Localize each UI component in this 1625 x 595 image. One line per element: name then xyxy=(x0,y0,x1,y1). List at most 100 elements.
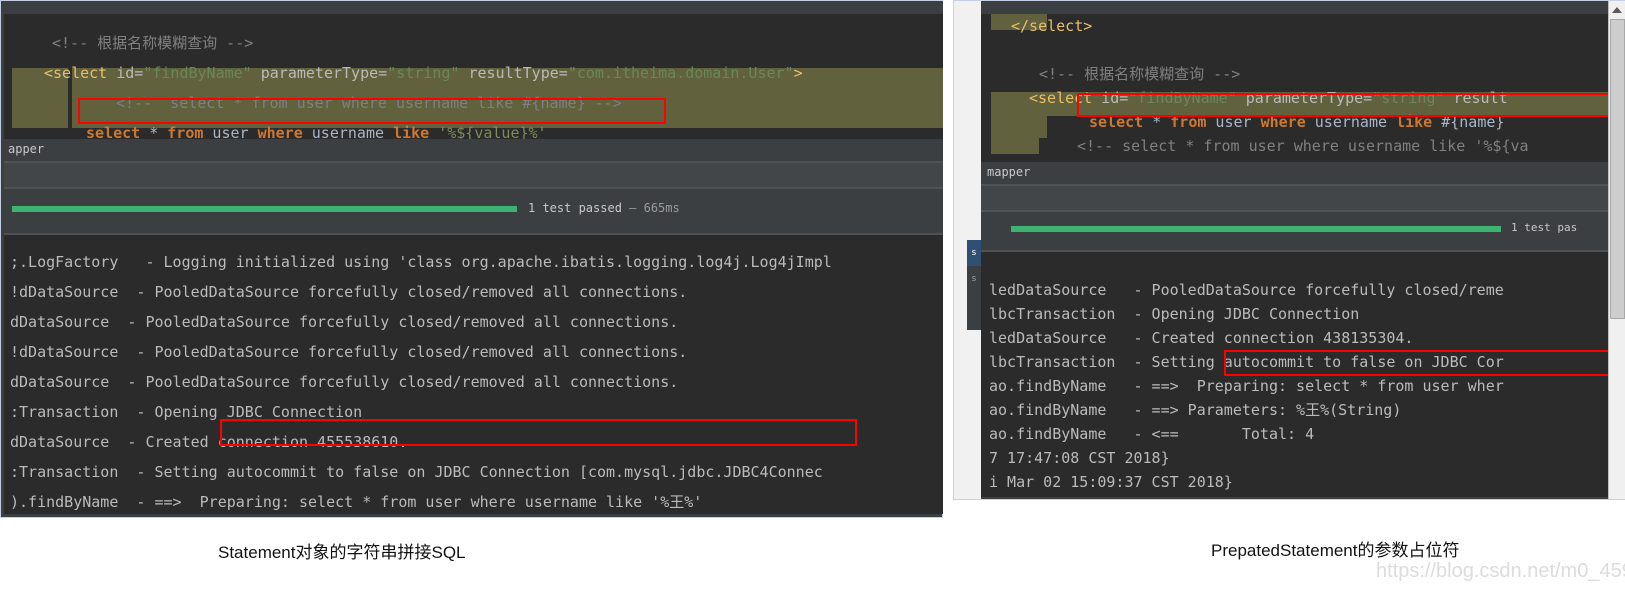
console-line: ledDataSource - Created connection 43813… xyxy=(989,329,1414,347)
left-breadcrumb-text: apper xyxy=(8,142,45,156)
right-vertical-tab-bar[interactable]: s s xyxy=(967,240,981,330)
console-line: 7 17:47:08 CST 2018} xyxy=(989,449,1170,467)
code-token: <!-- 根据名称模糊查询 --> xyxy=(52,34,254,52)
scroll-up-arrow-button[interactable] xyxy=(1609,1,1625,18)
console-line: dDataSource - PooledDataSource forcefull… xyxy=(10,313,679,331)
code-line: </select> xyxy=(1011,14,1092,38)
watermark-url: https://blog.csdn.net/m0_45960837 xyxy=(1376,560,1625,582)
left-console[interactable]: ;.LogFactory - Logging initialized using… xyxy=(4,235,943,514)
code-token: from xyxy=(167,124,204,139)
code-token: > xyxy=(793,64,803,82)
code-token: like xyxy=(1396,113,1433,131)
console-line: i Mar 02 15:09:37 CST 2018} xyxy=(989,473,1233,491)
console-line: :Transaction - Setting autocommit to fal… xyxy=(10,463,823,481)
console-line: lbcTransaction - Opening JDBC Connection xyxy=(989,305,1360,323)
right-side-tab-1-label: s xyxy=(971,248,977,258)
right-test-status-label: 1 test pas xyxy=(1511,221,1577,234)
code-token: id= xyxy=(116,64,144,82)
code-token: where xyxy=(1260,113,1306,131)
left-code-editor[interactable]: <!-- 根据名称模糊查询 --> <select id="findByName"… xyxy=(4,14,943,139)
code-token: * xyxy=(1143,113,1171,131)
code-line: <select id="findByName" parameterType="s… xyxy=(44,58,803,88)
right-console[interactable]: ledDataSource - PooledDataSource forcefu… xyxy=(981,252,1608,497)
right-side-tab-1[interactable]: s xyxy=(967,240,981,266)
code-token: '%${value}%' xyxy=(438,124,547,139)
code-token: user xyxy=(203,124,258,139)
console-line: ;.LogFactory - Logging initialized using… xyxy=(10,253,832,271)
right-breadcrumb-text: mapper xyxy=(987,165,1031,179)
console-line: !dDataSource - PooledDataSource forceful… xyxy=(10,343,688,361)
console-line: n Mar 04 11:34:34 CST 2018} xyxy=(989,494,1233,497)
console-line: dDataSource - Created connection 4555386… xyxy=(10,433,408,451)
console-line: ).findByName - ==> Preparing: select * f… xyxy=(10,493,703,511)
triangle-up-icon xyxy=(1612,6,1622,13)
code-token: resultType= xyxy=(459,64,568,82)
left-ide-panel: <!-- 根据名称模糊查询 --> <select id="findByName"… xyxy=(0,0,943,518)
right-fold-highlight-block-4 xyxy=(991,138,1039,154)
code-line: <!-- 根据名称模糊查询 --> xyxy=(52,28,253,58)
code-line: <!-- 根据名称模糊查询 --> xyxy=(1039,62,1240,86)
console-line: ao.findByName - ==> Parameters: %王%(Stri… xyxy=(989,401,1402,419)
code-token: "com.itheima.domain.User" xyxy=(567,64,794,82)
right-scrollbar[interactable] xyxy=(1608,1,1625,499)
right-side-tab-2[interactable]: s xyxy=(967,266,981,292)
code-token: <select xyxy=(44,64,117,82)
console-line: ao.findByName - <== Total: 4 xyxy=(989,425,1315,443)
code-token: username xyxy=(302,124,394,139)
console-line: :Transaction - Opening JDBC Connection xyxy=(10,403,363,421)
code-token: select xyxy=(86,124,141,139)
code-token: <!-- select * from user where username l… xyxy=(116,94,622,112)
code-token: result xyxy=(1444,89,1508,107)
code-token: </select> xyxy=(1011,17,1093,35)
left-test-status-text: 1 test passed xyxy=(528,201,622,215)
code-token: "string" xyxy=(387,64,460,82)
right-side-tab-2-label: s xyxy=(971,274,977,284)
code-token: id= xyxy=(1101,89,1129,107)
code-line: <!-- select * from user where username l… xyxy=(1077,134,1529,158)
code-token: <!-- select * from user where username l… xyxy=(1077,137,1529,155)
right-test-run-bar: 1 test pas xyxy=(981,212,1608,250)
code-token: from xyxy=(1170,113,1207,131)
left-tool-strip xyxy=(4,163,943,187)
code-token: where xyxy=(257,124,303,139)
code-line: select * from user where username like #… xyxy=(1089,110,1504,134)
screenshot-root: <!-- 根据名称模糊查询 --> <select id="findByName"… xyxy=(0,0,1625,595)
code-line: <select id="findByName" parameterType="s… xyxy=(1029,86,1508,110)
console-line: ledDataSource - PooledDataSource forcefu… xyxy=(989,281,1504,299)
console-line: dDataSource - PooledDataSource forcefull… xyxy=(10,373,679,391)
right-progress-fill xyxy=(1011,226,1501,232)
console-line: !dDataSource - PooledDataSource forceful… xyxy=(10,283,688,301)
right-breadcrumb-bar: mapper xyxy=(981,162,1608,184)
left-breadcrumb-bar: apper xyxy=(4,139,943,161)
code-token: parameterType= xyxy=(251,64,388,82)
code-token: parameterType= xyxy=(1236,89,1373,107)
code-token: like xyxy=(393,124,430,139)
left-caption: Statement对象的字符串拼接SQL xyxy=(218,543,466,562)
right-caption: PrepatedStatement的参数占位符 xyxy=(1211,541,1460,560)
right-ide-panel: s s </select> <!-- 根据名称模糊查询 --> <select id… xyxy=(953,0,1625,500)
code-token: "findByName" xyxy=(143,64,252,82)
left-test-duration: – 665ms xyxy=(629,201,680,215)
code-token: <select xyxy=(1029,89,1102,107)
code-token: #{name} xyxy=(1432,113,1505,131)
left-progress-fill xyxy=(12,206,517,212)
left-test-status-label: 1 test passed – 665ms xyxy=(528,201,680,215)
code-token: select xyxy=(1089,113,1144,131)
left-test-run-bar: 1 test passed – 665ms xyxy=(4,189,943,233)
code-line: select * from user where username like '… xyxy=(86,118,547,139)
code-token: * xyxy=(140,124,168,139)
code-token: "string" xyxy=(1372,89,1445,107)
right-tool-strip xyxy=(981,186,1608,210)
code-token: username xyxy=(1305,113,1397,131)
code-line: <!-- select * from user where username l… xyxy=(116,88,622,118)
right-code-editor[interactable]: </select> <!-- 根据名称模糊查询 --> <select id="fi… xyxy=(981,14,1608,162)
code-token: user xyxy=(1206,113,1261,131)
scrollbar-thumb[interactable] xyxy=(1610,19,1625,319)
left-editor-top-strip xyxy=(4,1,943,14)
console-line: lbcTransaction - Setting autocommit to f… xyxy=(989,353,1504,371)
console-line: ao.findByName - ==> Preparing: select * … xyxy=(989,377,1504,395)
code-token: <!-- 根据名称模糊查询 --> xyxy=(1039,65,1241,83)
right-test-status-text: 1 test pas xyxy=(1511,221,1578,234)
